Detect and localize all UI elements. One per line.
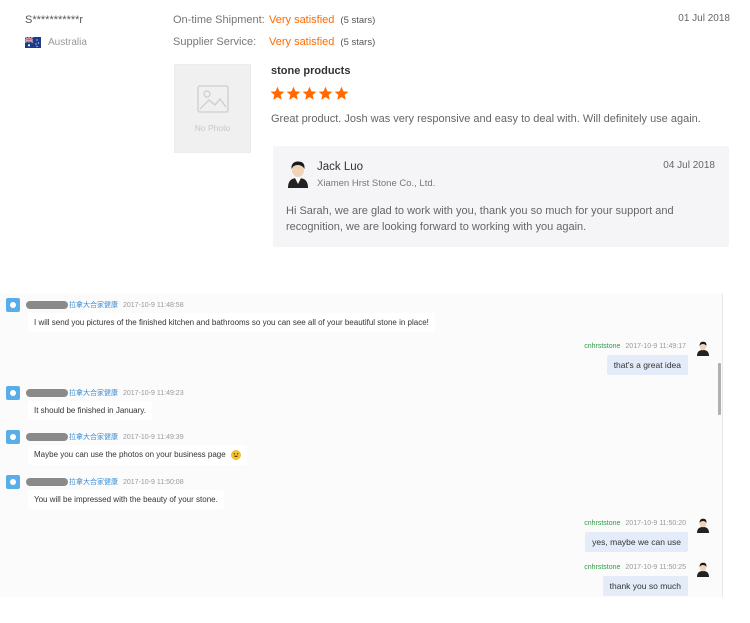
message-bubble: Maybe you can use the photos on your bus… (28, 445, 247, 465)
chat-user-icon (6, 475, 20, 489)
message-header: cnhrststone 2017-10-9 11:49:17 (584, 343, 686, 350)
message-time: 2017-10-9 11:49:39 (123, 433, 184, 441)
reply-company: Xiamen Hrst Stone Co., Ltd. (317, 178, 436, 189)
buyer-country: Australia (25, 37, 87, 48)
country-name: Australia (48, 37, 87, 48)
chat-scrollbar-thumb[interactable] (718, 363, 721, 415)
message-bubble: You will be impressed with the beauty of… (28, 490, 224, 509)
rating-stars-text: (5 stars) (340, 15, 376, 26)
sender-tag: 拉拿大合家健康 (69, 390, 118, 397)
sender-tag: 拉拿大合家健康 (69, 479, 118, 486)
message-time: 2017-10-9 11:50:20 (625, 520, 686, 527)
star-icon (334, 86, 349, 100)
message-header: 拉拿大合家健康 2017-10-9 11:50:08 (6, 475, 184, 489)
rating-value: Very satisfied (269, 14, 335, 26)
user-avatar-icon (697, 518, 709, 533)
no-photo-label: No Photo (194, 122, 231, 133)
sender-tag: 拉拿大合家健康 (69, 434, 118, 441)
rating-value: Very satisfied (269, 36, 335, 48)
message-header: cnhrststone 2017-10-9 11:50:25 (584, 564, 686, 571)
review-date: 01 Jul 2018 (678, 13, 730, 24)
star-icon (270, 86, 285, 100)
message-time: 2017-10-9 11:50:25 (625, 564, 686, 571)
chat-history-panel[interactable]: 拉拿大合家健康 2017-10-9 11:48:58 I will send y… (0, 293, 723, 597)
reply-date: 04 Jul 2018 (663, 160, 715, 171)
supplier-avatar-icon (288, 161, 308, 188)
message-bubble: It should be finished in January. (28, 401, 152, 420)
message-header: 拉拿大合家健康 2017-10-9 11:49:39 (6, 430, 184, 444)
sender-name: cnhrststone (584, 520, 621, 527)
message-time: 2017-10-9 11:50:08 (123, 478, 184, 486)
supplier-reply: Jack Luo Xiamen Hrst Stone Co., Ltd. 04 … (273, 146, 729, 247)
grinning-emoji-icon (231, 450, 241, 460)
rating-stars-text: (5 stars) (340, 37, 376, 48)
message-bubble: thank you so much (602, 576, 688, 596)
user-avatar-icon (697, 341, 709, 356)
message-time: 2017-10-9 11:49:23 (123, 389, 184, 397)
rating-label: On-time Shipment: (173, 14, 265, 26)
redacted-sender-name (26, 478, 68, 486)
sender-name: cnhrststone (584, 564, 621, 571)
redacted-sender-name (26, 389, 68, 397)
redacted-sender-name (26, 301, 68, 309)
star-icon (302, 86, 317, 100)
image-icon (196, 84, 229, 113)
reply-author-name: Jack Luo (317, 161, 364, 173)
message-bubble: I will send you pictures of the finished… (28, 313, 435, 332)
star-icon (318, 86, 333, 100)
review-card: S***********r Australia On-time Shipment… (0, 0, 750, 262)
message-header: 拉拿大合家健康 2017-10-9 11:48:58 (6, 298, 184, 312)
message-text: Maybe you can use the photos on your bus… (34, 450, 226, 460)
review-text: Great product. Josh was very responsive … (271, 113, 701, 125)
message-bubble: yes, maybe we can use (585, 532, 688, 552)
rating-ontime-shipment: On-time Shipment: Very satisfied (5 star… (173, 14, 375, 26)
rating-label: Supplier Service: (173, 36, 257, 48)
sender-tag: 拉拿大合家健康 (69, 302, 118, 309)
buyer-name: S***********r (25, 14, 84, 26)
star-icon (286, 86, 301, 100)
chat-user-icon (6, 430, 20, 444)
reply-text: Hi Sarah, we are glad to work with you, … (286, 205, 674, 233)
product-name[interactable]: stone products (271, 65, 350, 77)
message-header: cnhrststone 2017-10-9 11:50:20 (584, 520, 686, 527)
message-header: 拉拿大合家健康 2017-10-9 11:49:23 (6, 386, 184, 400)
chat-scrollbar[interactable] (717, 293, 723, 597)
user-avatar-icon (697, 562, 709, 577)
message-bubble: that's a great idea (606, 355, 688, 375)
chat-user-icon (6, 298, 20, 312)
sender-name: cnhrststone (584, 343, 621, 350)
australia-flag-icon (25, 37, 41, 48)
redacted-sender-name (26, 433, 68, 441)
message-time: 2017-10-9 11:48:58 (123, 301, 184, 309)
rating-supplier-service: Supplier Service: Very satisfied (5 star… (173, 36, 375, 48)
star-rating (270, 86, 349, 101)
product-photo-placeholder[interactable]: No Photo (174, 64, 251, 153)
message-time: 2017-10-9 11:49:17 (625, 343, 686, 350)
chat-user-icon (6, 386, 20, 400)
